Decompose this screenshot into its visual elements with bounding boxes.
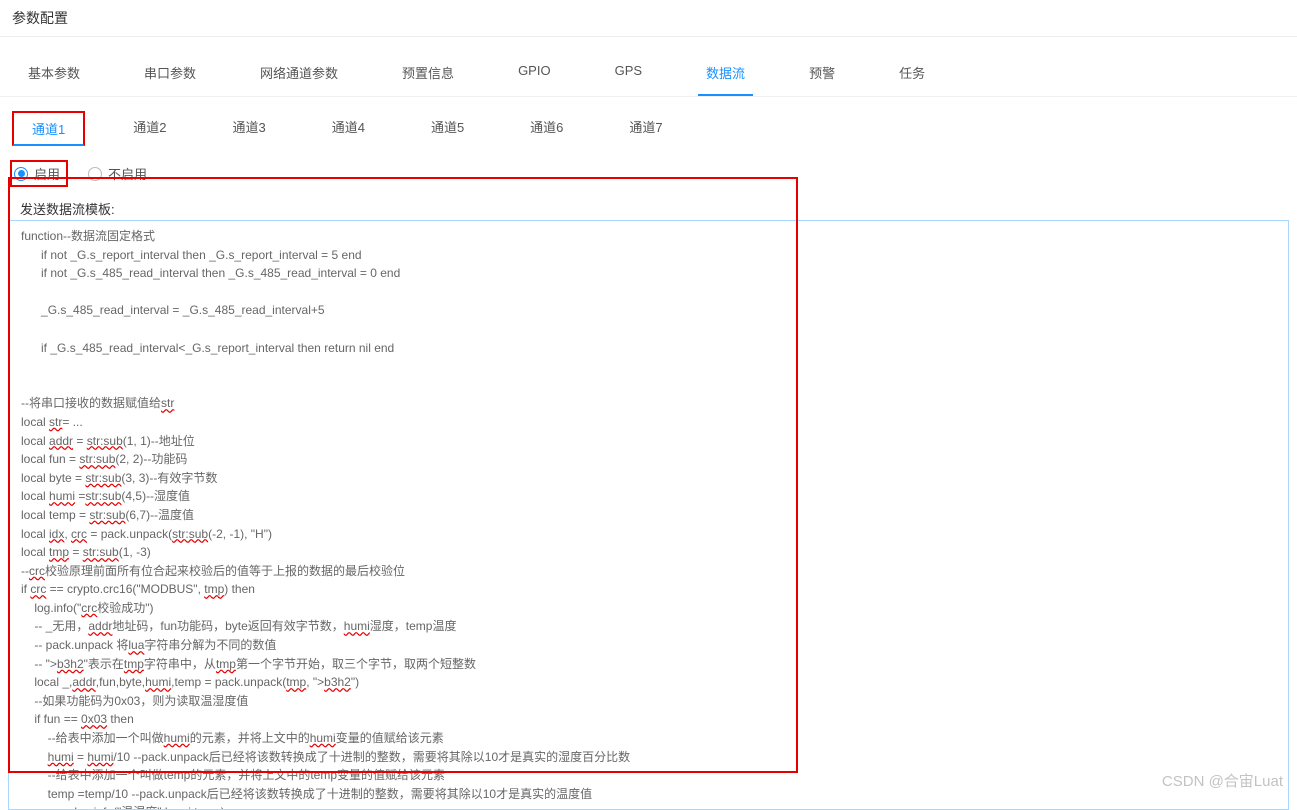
tab-alert[interactable]: 预警	[801, 57, 843, 96]
tab-gps[interactable]: GPS	[607, 57, 650, 96]
tab-task[interactable]: 任务	[891, 57, 933, 96]
radio-enable-label: 启用	[34, 164, 60, 183]
tab-preset[interactable]: 预置信息	[394, 57, 462, 96]
radio-enable[interactable]: 启用	[14, 164, 60, 183]
channel-tab-6[interactable]: 通道6	[512, 111, 581, 146]
channel-tab-4[interactable]: 通道4	[314, 111, 383, 146]
radio-disable-dot	[88, 167, 102, 181]
template-label: 发送数据流模板:	[8, 195, 1289, 220]
code-textarea[interactable]: function--数据流固定格式 if not _G.s_report_int…	[8, 220, 1289, 810]
watermark: CSDN @合宙Luat	[1162, 770, 1283, 791]
enable-radio-row: 启用 不启用	[0, 150, 1297, 195]
channel-tab-1[interactable]: 通道1	[12, 111, 85, 146]
tab-datastream[interactable]: 数据流	[698, 57, 753, 96]
main-tabs: 基本参数 串口参数 网络通道参数 预置信息 GPIO GPS 数据流 预警 任务	[0, 37, 1297, 97]
radio-disable[interactable]: 不启用	[88, 164, 147, 183]
tab-network[interactable]: 网络通道参数	[252, 57, 346, 96]
channel-tab-5[interactable]: 通道5	[413, 111, 482, 146]
tab-gpio[interactable]: GPIO	[510, 57, 559, 96]
channel-tab-2[interactable]: 通道2	[115, 111, 184, 146]
tab-basic[interactable]: 基本参数	[20, 57, 88, 96]
channel-tabs: 通道1 通道2 通道3 通道4 通道5 通道6 通道7	[0, 97, 1297, 150]
tab-serial[interactable]: 串口参数	[136, 57, 204, 96]
radio-enable-dot	[14, 167, 28, 181]
channel-tab-3[interactable]: 通道3	[214, 111, 283, 146]
radio-disable-label: 不启用	[108, 164, 147, 183]
dialog-title: 参数配置	[0, 0, 1297, 37]
channel-tab-7[interactable]: 通道7	[611, 111, 680, 146]
title-text: 参数配置	[12, 10, 68, 26]
